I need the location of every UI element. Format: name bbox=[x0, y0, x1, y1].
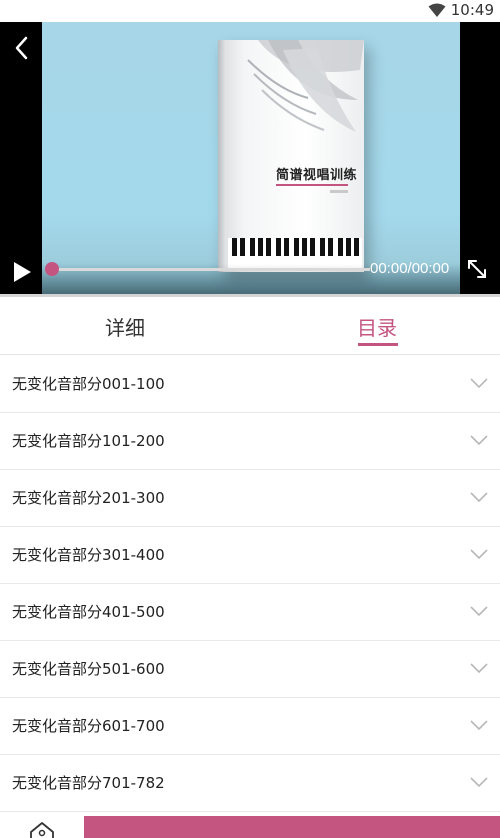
bottom-bar bbox=[0, 814, 500, 838]
fullscreen-icon[interactable] bbox=[466, 258, 488, 280]
status-bar: 10:49 bbox=[0, 0, 500, 22]
book-cover: 简谱视唱训练 bbox=[218, 40, 364, 272]
list-item[interactable]: 无变化音部分401-500 bbox=[0, 584, 500, 641]
list-item[interactable]: 无变化音部分001-100 bbox=[0, 356, 500, 413]
time-readout: 00:00/00:00 bbox=[370, 260, 450, 277]
list-item[interactable]: 无变化音部分201-300 bbox=[0, 470, 500, 527]
video-player[interactable]: 简谱视唱训练 00:00/00:00 bbox=[0, 22, 500, 294]
chevron-down-icon[interactable] bbox=[470, 776, 488, 788]
video-frame[interactable]: 简谱视唱训练 bbox=[42, 22, 460, 294]
list-item-label: 无变化音部分501-600 bbox=[12, 660, 165, 678]
list-item[interactable]: 无变化音部分701-782 bbox=[0, 755, 500, 812]
list-item-label: 无变化音部分101-200 bbox=[12, 432, 165, 450]
tab-bar: 详细 目录 bbox=[0, 297, 500, 355]
chevron-down-icon[interactable] bbox=[470, 548, 488, 560]
wifi-icon bbox=[428, 3, 446, 17]
progress-thumb[interactable] bbox=[45, 262, 59, 276]
list-item-label: 无变化音部分701-782 bbox=[12, 774, 165, 792]
chevron-down-icon[interactable] bbox=[470, 491, 488, 503]
progress-track[interactable] bbox=[52, 268, 370, 271]
chevron-down-icon[interactable] bbox=[470, 377, 488, 389]
list-item-label: 无变化音部分401-500 bbox=[12, 603, 165, 621]
active-tab-indicator bbox=[358, 343, 398, 346]
catalog-list: 无变化音部分001-100 无变化音部分101-200 无变化音部分201-30… bbox=[0, 356, 500, 812]
tab-catalog[interactable]: 目录 bbox=[252, 297, 500, 355]
status-time: 10:49 bbox=[450, 1, 494, 19]
back-arrow-icon[interactable] bbox=[12, 36, 32, 60]
chevron-down-icon[interactable] bbox=[470, 719, 488, 731]
list-item[interactable]: 无变化音部分601-700 bbox=[0, 698, 500, 755]
home-icon[interactable] bbox=[28, 820, 56, 838]
chevron-down-icon[interactable] bbox=[470, 605, 488, 617]
bottom-action-button[interactable] bbox=[84, 816, 500, 838]
list-item[interactable]: 无变化音部分101-200 bbox=[0, 413, 500, 470]
list-item-label: 无变化音部分601-700 bbox=[12, 717, 165, 735]
chevron-down-icon[interactable] bbox=[470, 662, 488, 674]
list-item-label: 无变化音部分301-400 bbox=[12, 546, 165, 564]
list-item-label: 无变化音部分201-300 bbox=[12, 489, 165, 507]
book-title: 简谱视唱训练 bbox=[276, 168, 358, 183]
list-item[interactable]: 无变化音部分501-600 bbox=[0, 641, 500, 698]
chevron-down-icon[interactable] bbox=[470, 434, 488, 446]
play-icon[interactable] bbox=[10, 260, 34, 284]
tab-detail[interactable]: 详细 bbox=[0, 297, 250, 355]
list-item-label: 无变化音部分001-100 bbox=[12, 375, 165, 393]
wing-graphic bbox=[247, 40, 364, 132]
list-item[interactable]: 无变化音部分301-400 bbox=[0, 527, 500, 584]
